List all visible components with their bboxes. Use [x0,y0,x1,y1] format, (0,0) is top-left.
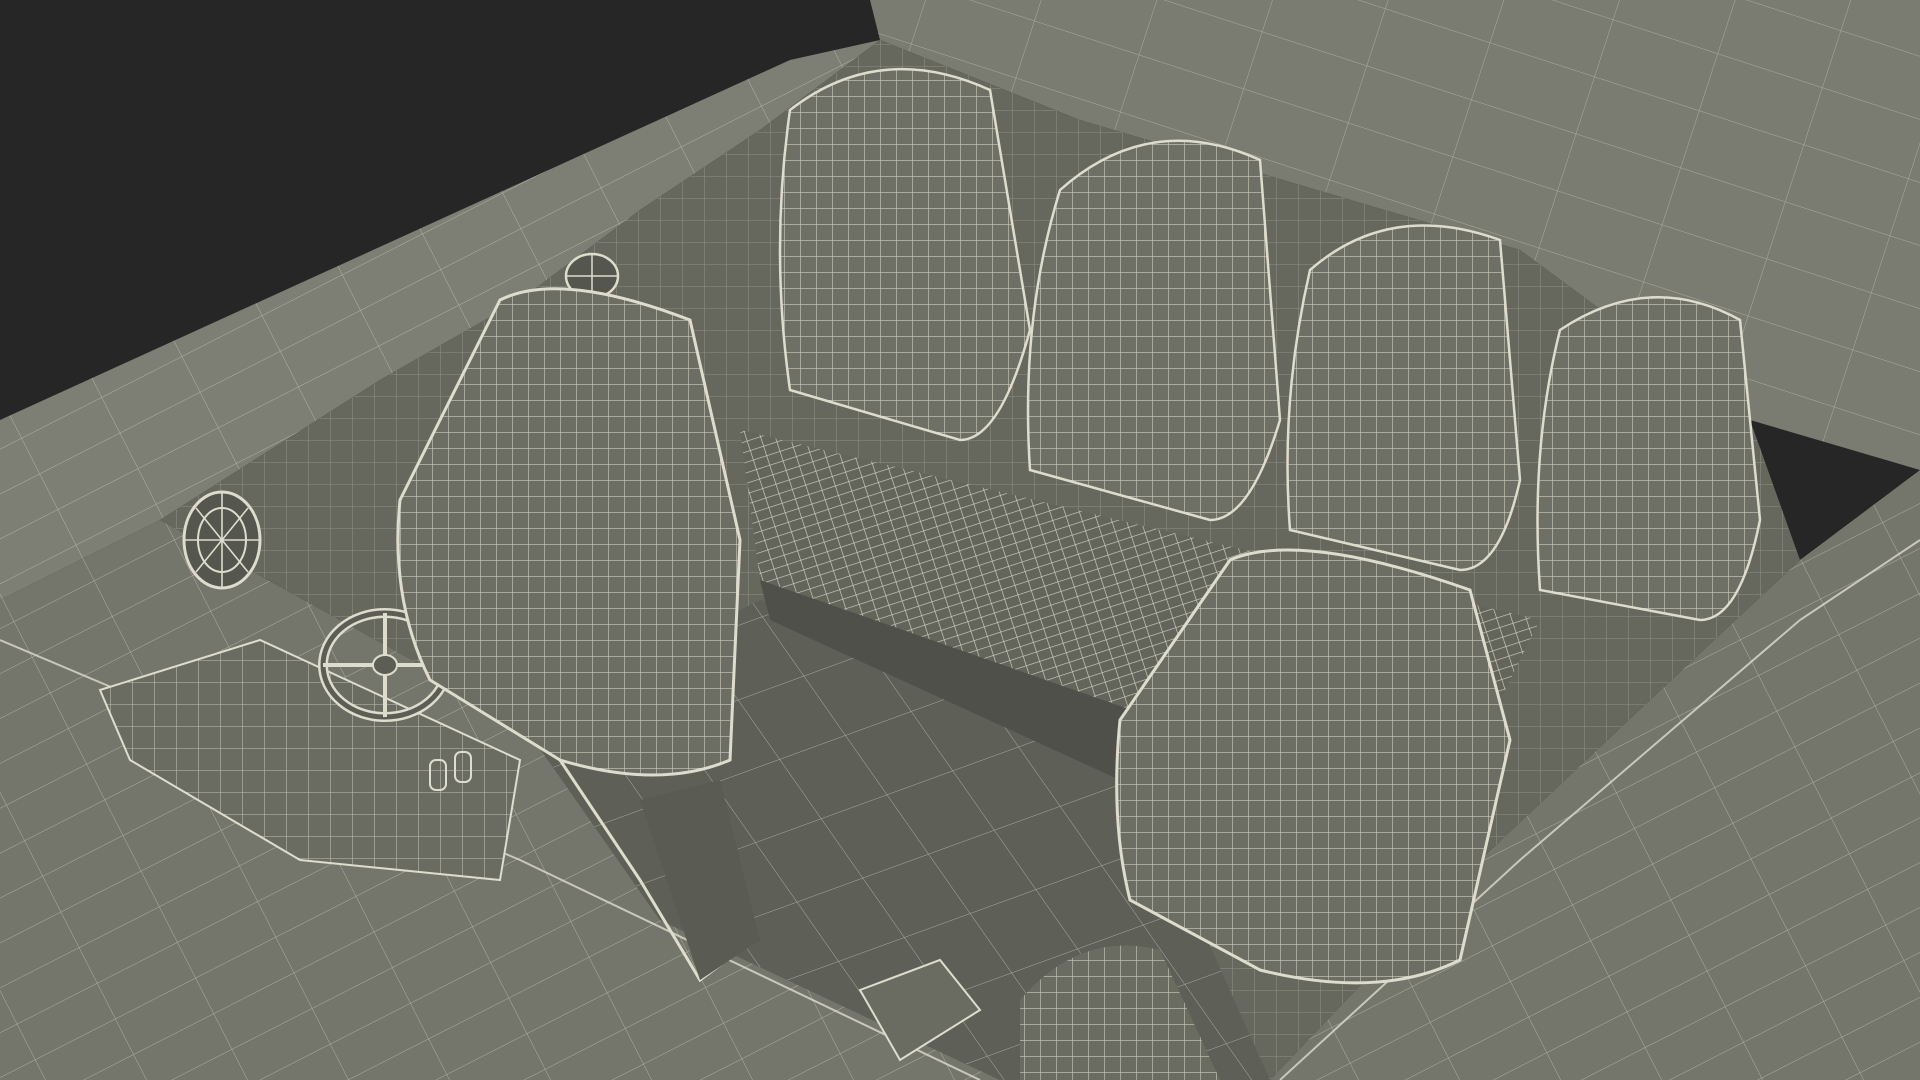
rear-backrest-3 [1286,224,1522,572]
speaker-left [182,490,262,590]
rear-backrest-2 [1026,139,1282,522]
rear-backrest-4 [1536,296,1762,622]
rear-backrest-1 [778,67,1032,442]
wireframe-scene [0,0,1920,1080]
render-viewport [0,0,1920,1080]
